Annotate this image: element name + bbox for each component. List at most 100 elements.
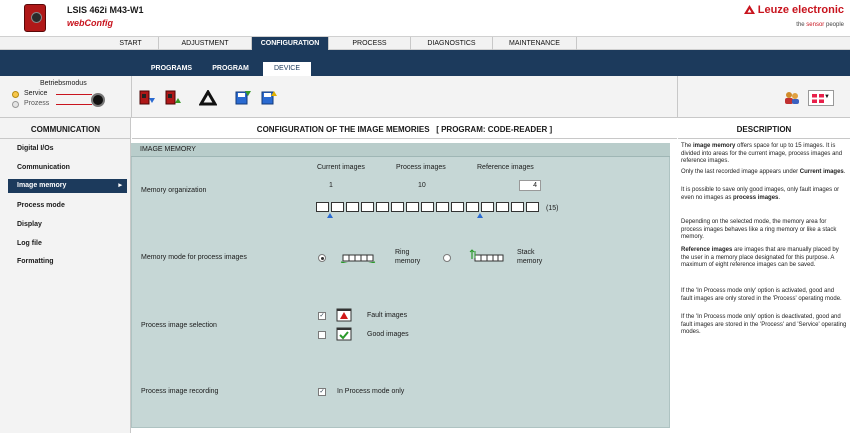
service-label: Service (24, 90, 48, 97)
process-reference-divider-marker[interactable] (477, 213, 483, 218)
col-current-images: Current images (317, 164, 365, 171)
sidebar-item-digital-ios[interactable]: Digital I/Os (17, 145, 54, 152)
tab-start[interactable]: START (103, 37, 159, 50)
toolbar-divider-right (677, 76, 678, 118)
users-icon[interactable] (783, 90, 801, 106)
leuze-triangle-icon (743, 5, 755, 14)
ring-memory-label-1: Ring (395, 249, 410, 256)
tagline-prefix: the (796, 22, 807, 28)
memory-cell (466, 202, 479, 212)
app-name: webConfig (67, 18, 113, 28)
download-from-device-icon[interactable] (138, 90, 156, 106)
memory-organization-label: Memory organization (141, 187, 207, 194)
reference-images-input[interactable]: 4 (519, 180, 541, 191)
good-image-icon (336, 327, 352, 341)
toolbar-divider (131, 76, 132, 118)
process-mode-only-checkbox[interactable]: ✓ (318, 388, 326, 396)
brand-name: Leuze electronic (757, 4, 844, 16)
image-recording-label: Process image recording (141, 388, 219, 395)
device-name: LSIS 462i M43-W1 (67, 5, 144, 15)
desc-paragraph-5: Reference images are images that are man… (681, 247, 847, 270)
sidebar-item-process-mode[interactable]: Process mode (17, 202, 65, 209)
brand-tagline: the sensor people (796, 22, 844, 28)
recycle-icon[interactable] (199, 90, 217, 106)
fault-images-checkbox[interactable]: ✓ (318, 312, 326, 320)
process-images-value: 10 (418, 182, 426, 189)
memory-cell (451, 202, 464, 212)
fault-images-label: Fault images (367, 312, 408, 319)
sidebar-item-log-file[interactable]: Log file (17, 240, 42, 247)
subtab-program[interactable]: PROGRAM (203, 62, 258, 76)
current-images-value: 1 (329, 182, 333, 189)
tab-adjustment[interactable]: ADJUSTMENT (159, 37, 252, 50)
subtab-device[interactable]: DEVICE (263, 62, 311, 76)
language-dropdown[interactable]: ▼ (808, 90, 834, 106)
memory-cell (316, 202, 329, 212)
memory-cell (481, 202, 494, 212)
chevron-down-icon: ▼ (824, 94, 830, 100)
mode-title: Betriebsmodus (40, 80, 87, 87)
desc-p2-pre: Only the last recorded image appears und… (681, 169, 800, 175)
toolbar (0, 76, 850, 118)
memory-cell (496, 202, 509, 212)
stack-memory-radio[interactable] (443, 254, 451, 262)
desc-paragraph-4: Depending on the selected mode, the memo… (681, 219, 837, 240)
memory-bar (316, 201, 541, 218)
main-nav: START ADJUSTMENT CONFIGURATION PROCESS D… (0, 36, 850, 50)
sidebar-title: COMMUNICATION (30, 125, 101, 134)
desc-paragraph-1: The image memory offers space for up to … (681, 143, 847, 166)
tab-maintenance[interactable]: MAINTENANCE (493, 37, 577, 50)
desc-p1-bold: image memory (693, 143, 736, 149)
memory-cell (406, 202, 419, 212)
memory-cell (526, 202, 539, 212)
desc-p2-post: . (843, 169, 846, 175)
ring-memory-icon (340, 254, 376, 263)
panel-title: IMAGE MEMORY (131, 143, 670, 157)
sidebar-item-display[interactable]: Display (17, 221, 42, 228)
ring-memory-label-2: memory (395, 258, 421, 265)
subtab-programs[interactable]: PROGRAMS (143, 62, 200, 76)
stack-memory-label-1: Stack (517, 249, 535, 256)
content-divider (132, 138, 677, 139)
save-to-pc-icon[interactable] (234, 90, 252, 106)
desc-p5-bold: Reference images (681, 247, 733, 253)
col-reference-images: Reference images (477, 164, 534, 171)
current-process-divider-marker[interactable] (327, 213, 333, 218)
image-memory-panel (131, 143, 670, 428)
stack-memory-label-2: memory (517, 258, 543, 265)
desc-paragraph-7: If the 'In Process mode only' option is … (681, 314, 847, 335)
desc-paragraph-3: It is possible to save only good images,… (681, 187, 847, 202)
memory-cell (511, 202, 524, 212)
fault-image-icon (336, 308, 352, 322)
ring-memory-radio[interactable] (318, 254, 326, 262)
memory-cell (376, 202, 389, 212)
sidebar-item-formatting[interactable]: Formatting (17, 258, 54, 265)
good-images-checkbox[interactable] (318, 331, 326, 339)
load-from-pc-icon[interactable] (260, 90, 278, 106)
mode-switch-knob[interactable] (91, 93, 105, 107)
sidebar-divider (0, 138, 131, 139)
desc-p3-bold: process images (733, 194, 779, 201)
memory-cell (436, 202, 449, 212)
image-selection-label: Process image selection (141, 322, 217, 329)
description-title: DESCRIPTION (736, 125, 792, 134)
tagline-suffix: people (824, 22, 844, 28)
tagline-accent: sensor (806, 22, 825, 28)
tab-process[interactable]: PROCESS (329, 37, 411, 50)
tab-diagnostics[interactable]: DIAGNOSTICS (411, 37, 493, 50)
process-mode-only-label: In Process mode only (337, 388, 405, 395)
process-led-icon (12, 101, 19, 108)
upload-to-device-icon[interactable] (164, 90, 182, 106)
mode-switch-line (56, 94, 92, 95)
sidebar-item-image-memory[interactable]: Image memory (8, 179, 127, 193)
desc-p3-post: . (778, 194, 781, 201)
desc-p2-bold: Current images (799, 169, 844, 175)
memory-cell (331, 202, 344, 212)
memory-cell (391, 202, 404, 212)
description-divider (678, 138, 850, 139)
stack-memory-icon (469, 249, 504, 262)
memory-cell (361, 202, 374, 212)
sidebar-item-communication[interactable]: Communication (17, 164, 70, 171)
tab-configuration[interactable]: CONFIGURATION (252, 37, 329, 50)
page-title: CONFIGURATION OF THE IMAGE MEMORIES [ PR… (256, 125, 553, 134)
